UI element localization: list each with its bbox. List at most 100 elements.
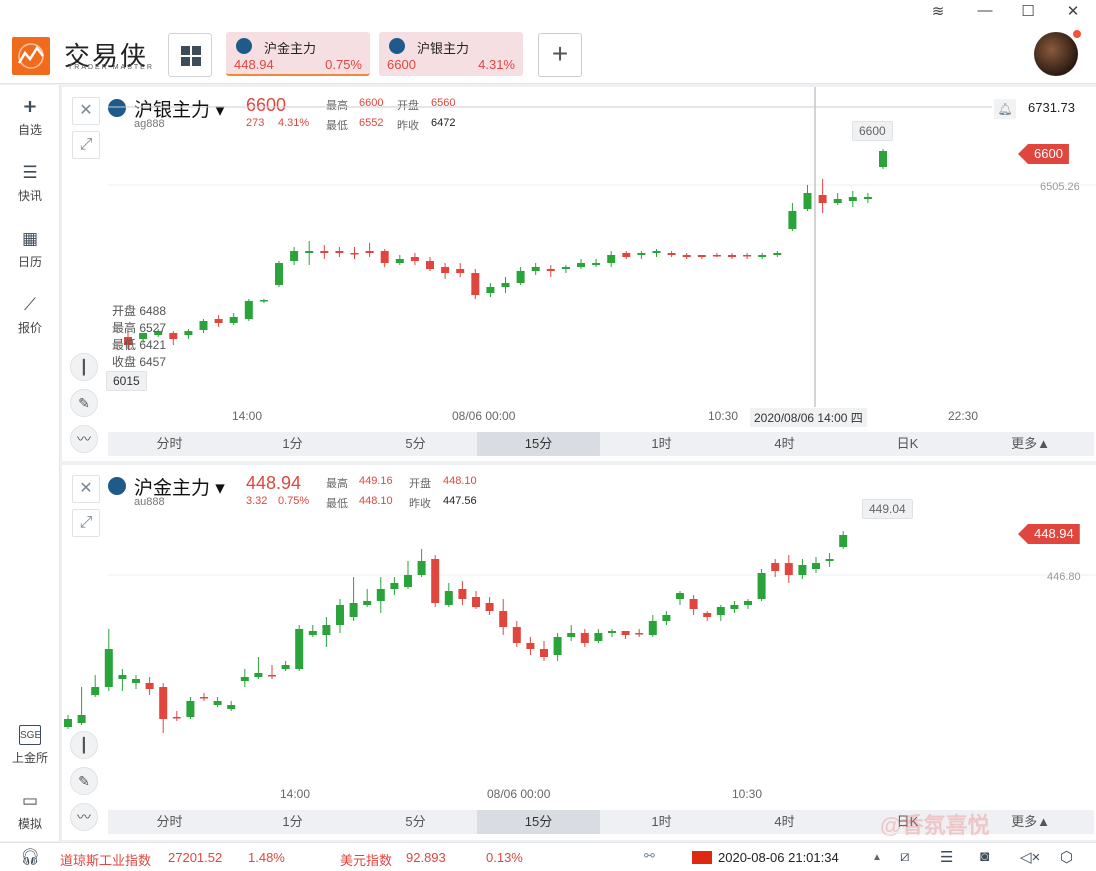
candle-body <box>730 605 739 609</box>
period-tab[interactable]: 1分 <box>231 810 354 834</box>
sidebar-item-quotes[interactable]: ⟋ 报价 <box>0 295 60 336</box>
period-tab[interactable]: 5分 <box>354 432 477 456</box>
sidebar-item-watchlist[interactable]: 🞥 自选 <box>0 97 60 138</box>
sidebar-item-label: 模拟 <box>17 817 42 831</box>
candle-body <box>458 589 467 599</box>
ohlc-open: 开盘 6488 <box>112 304 167 318</box>
camera-icon[interactable]: ◙ <box>980 848 989 865</box>
ohlc-high: 最高 6527 <box>112 321 167 335</box>
period-tab-selected[interactable]: 15分 <box>477 432 600 456</box>
x-axis-label: 10:30 <box>708 409 739 423</box>
candlestick-tool-icon[interactable]: ┃ <box>70 353 98 381</box>
candle-body <box>744 601 752 605</box>
candle-body <box>501 283 510 287</box>
candle-body <box>159 687 168 719</box>
chevron-up-icon[interactable]: ▲ <box>872 852 882 863</box>
x-axis-label: 10:30 <box>732 787 763 801</box>
tab-silver[interactable]: 沪银主力 6600 4.31% <box>379 32 523 76</box>
indicator-icon[interactable]: 〰 <box>70 425 98 453</box>
period-tab[interactable]: 1时 <box>600 432 723 456</box>
period-tab-selected[interactable]: 15分 <box>477 810 600 834</box>
tab-gold[interactable]: 沪金主力 448.94 0.75% <box>226 32 370 76</box>
period-tab[interactable]: 1分 <box>231 432 354 456</box>
candle-body <box>788 211 797 229</box>
candle-body <box>486 287 495 293</box>
add-tab-button[interactable]: + <box>538 33 582 77</box>
dow-label[interactable]: 道琼斯工业指数 <box>60 850 151 869</box>
candle-body <box>275 263 283 285</box>
candle-body <box>652 251 661 253</box>
period-tab[interactable]: 日K <box>846 432 969 456</box>
candle-body <box>621 631 630 635</box>
candle-body <box>281 665 290 669</box>
sidebar-item-news[interactable]: ☰ 快讯 <box>0 163 60 204</box>
gold-icon <box>236 38 252 54</box>
candle-body <box>349 603 358 617</box>
bell-icon[interactable]: 🔔︎ <box>994 99 1016 119</box>
headset-icon[interactable]: 🎧︎ <box>20 847 40 867</box>
more-periods[interactable]: 更多▲ <box>969 432 1092 456</box>
silver-chart-panel: ✕ ⤢ 沪银主力 ▾ ag888 6600 273 4.31% 最高 6600 … <box>62 87 1096 461</box>
candle-body <box>771 563 780 571</box>
ohlc-low: 最低 6421 <box>112 338 167 352</box>
grid-icon <box>181 46 201 66</box>
tab-gold-price: 448.94 <box>234 57 274 72</box>
period-tab[interactable]: 4时 <box>723 810 846 834</box>
gold-candlestick-chart[interactable] <box>62 465 1096 805</box>
minimize-icon[interactable]: — <box>974 2 996 19</box>
candle-body <box>305 251 314 253</box>
sidebar-item-calendar[interactable]: ▦ 日历 <box>0 229 60 270</box>
candle-body <box>803 193 812 209</box>
list-settings-icon[interactable]: ☰ <box>940 848 953 866</box>
maximize-icon[interactable]: ☐ <box>1017 2 1039 20</box>
pencil-icon[interactable]: ✎ <box>70 767 98 795</box>
reference-level: 446.80 <box>1047 571 1081 583</box>
candlestick-tool-icon[interactable]: ┃ <box>70 731 98 759</box>
candle-body <box>227 705 236 709</box>
avatar[interactable] <box>1034 32 1078 76</box>
calendar-icon: ▦ <box>21 229 39 248</box>
mute-icon[interactable]: ◁× <box>1020 848 1040 866</box>
layout-grid-button[interactable] <box>168 33 212 77</box>
period-tab[interactable]: 分时 <box>108 432 231 456</box>
link-icon[interactable]: ⚯ <box>644 848 655 864</box>
tab-gold-name: 沪金主力 <box>264 41 317 56</box>
layers-icon[interactable]: ≋ <box>927 2 949 20</box>
candle-body <box>335 251 344 253</box>
candle-body <box>431 559 440 603</box>
ohlc-tooltip: 开盘 6488 最高 6527 最低 6421 收盘 6457 <box>112 303 166 371</box>
sidebar-item-label: 报价 <box>17 321 42 335</box>
candle-body <box>546 269 555 271</box>
candle-body <box>308 631 317 635</box>
candle-body <box>773 253 782 255</box>
tab-silver-change: 4.31% <box>478 57 515 72</box>
period-tab[interactable]: 1时 <box>600 810 723 834</box>
pencil-icon[interactable]: ✎ <box>70 389 98 417</box>
silver-candlestick-chart[interactable] <box>62 87 1096 427</box>
candle-body <box>145 683 154 689</box>
candle-body <box>798 565 807 575</box>
screen-off-icon[interactable]: ⧄ <box>900 848 910 865</box>
candle-body <box>365 251 374 253</box>
candle-body <box>118 675 127 679</box>
sidebar-item-simulate[interactable]: ▭ 模拟 <box>0 791 60 832</box>
candle-body <box>512 627 521 643</box>
candle-body <box>254 673 263 677</box>
period-tab[interactable]: 分时 <box>108 810 231 834</box>
indicator-icon[interactable]: 〰 <box>70 803 98 831</box>
candle-body <box>833 199 842 203</box>
candle-body <box>395 259 404 263</box>
candle-body <box>268 675 276 677</box>
settings-icon[interactable]: ⬡ <box>1060 848 1073 866</box>
candle-body <box>441 267 450 273</box>
news-list-icon: ☰ <box>22 163 38 182</box>
usd-index-label[interactable]: 美元指数 <box>340 850 392 869</box>
period-tab[interactable]: 5分 <box>354 810 477 834</box>
sidebar-item-sge[interactable]: SGE 上金所 <box>0 725 60 766</box>
candle-body <box>390 583 399 589</box>
close-icon[interactable]: ✕ <box>1062 2 1084 20</box>
candle-body <box>214 319 223 323</box>
candle-body <box>320 251 329 253</box>
candle-body <box>259 300 268 302</box>
period-tab[interactable]: 4时 <box>723 432 846 456</box>
